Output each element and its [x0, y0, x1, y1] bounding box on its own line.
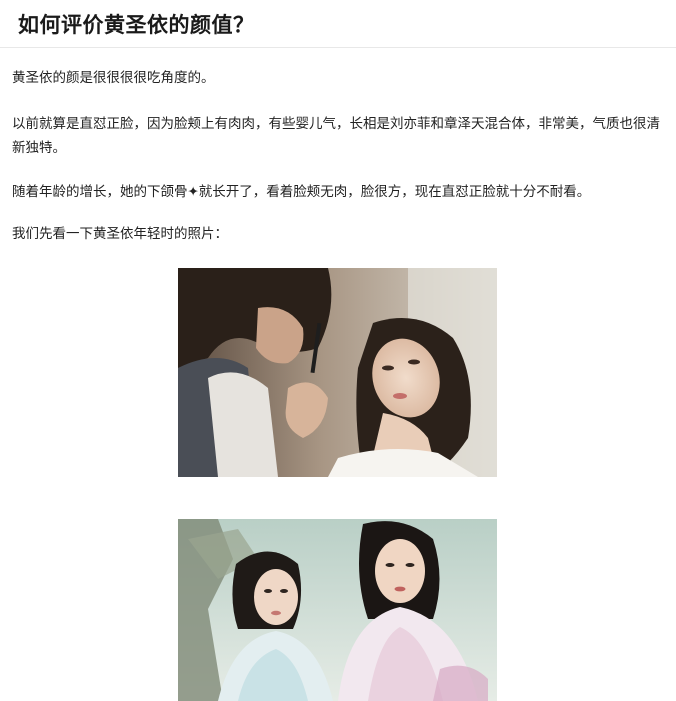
paragraph-2: 以前就算是直怼正脸，因为脸颊上有肉肉，有些婴儿气，长相是刘亦菲和章泽天混合体，非…: [12, 116, 660, 156]
photo-1-image: [178, 268, 497, 477]
movie-still-photo-1[interactable]: [178, 268, 497, 477]
question-title: 如何评价黄圣依的颜值？: [18, 12, 255, 37]
paragraph-4: 我们先看一下黄圣依年轻时的照片：: [12, 226, 228, 242]
movie-still-photo-2[interactable]: [178, 519, 497, 701]
paragraph-3: 随着年龄的增长，她的下颌骨✦就长开了，看着脸颊无肉，脸很方，现在直怼正脸就十分不…: [12, 184, 591, 200]
paragraph-1: 黄圣依的颜是很很很很吃角度的。: [12, 70, 215, 86]
answer-body: 黄圣依的颜是很很很很吃角度的。 以前就算是直怼正脸，因为脸颊上有肉肉，有些婴儿气…: [0, 48, 676, 246]
question-header: 如何评价黄圣依的颜值？: [0, 0, 676, 48]
photo-2-image: [178, 519, 497, 701]
article-page: 如何评价黄圣依的颜值？ 黄圣依的颜是很很很很吃角度的。 以前就算是直怼正脸，因为…: [0, 0, 676, 701]
